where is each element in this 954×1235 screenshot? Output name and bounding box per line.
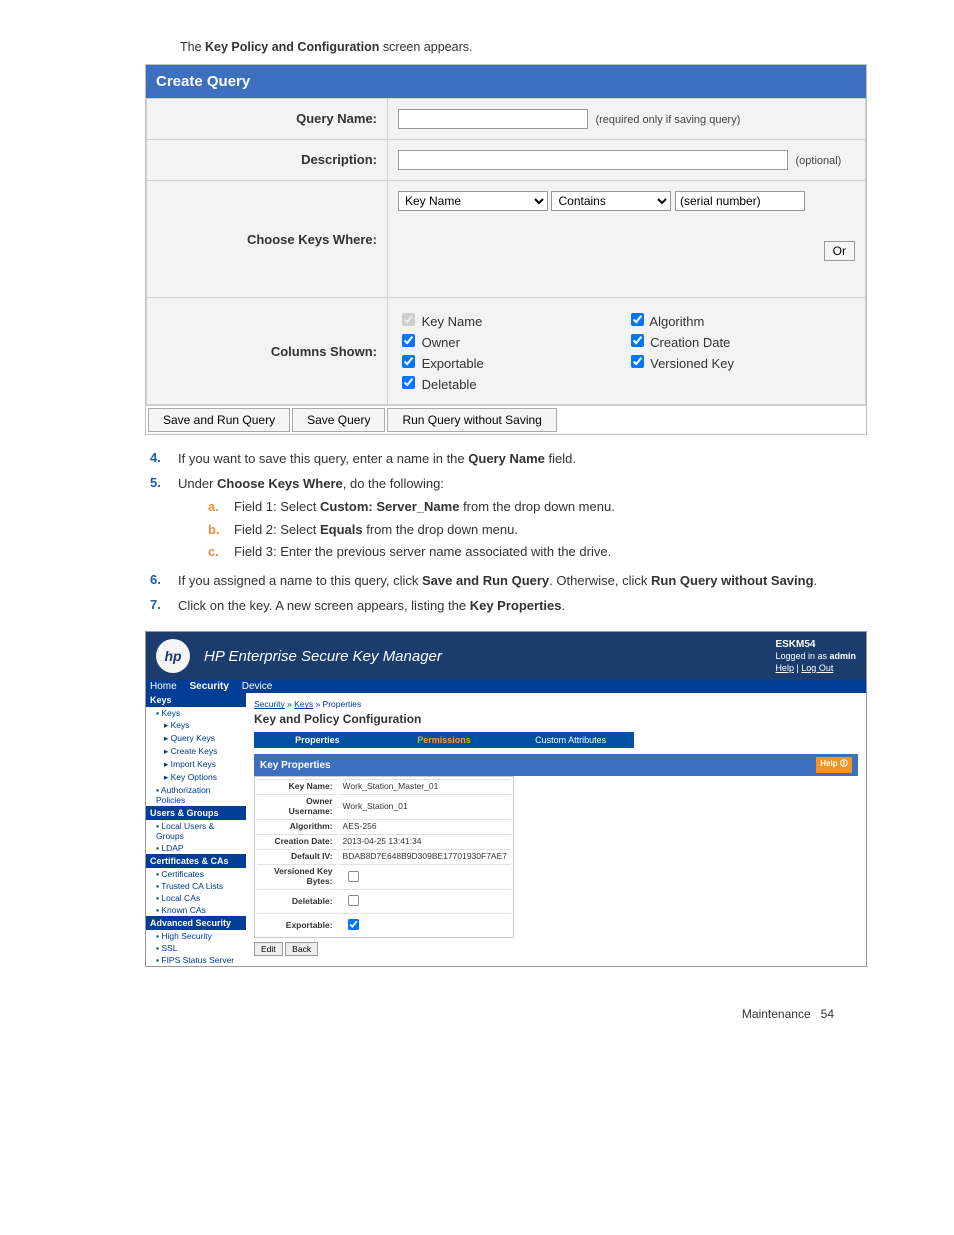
sidebar-item-keys-sub[interactable]: ▸ Keys <box>146 719 246 732</box>
nav-security[interactable]: Security <box>189 681 228 692</box>
step-5b-number: b. <box>208 521 234 540</box>
save-query-button[interactable]: Save Query <box>292 408 385 432</box>
prop-owner: Work_Station_01 <box>339 794 511 817</box>
prop-exportable-checkbox[interactable] <box>348 919 359 930</box>
or-button[interactable]: Or <box>824 241 855 261</box>
prop-keyname: Work_Station_Master_01 <box>339 779 511 792</box>
sidebar-item-local-ca[interactable]: ▪ Local CAs <box>146 892 246 904</box>
page-footer: Maintenance 54 <box>40 1007 834 1021</box>
step-6-number: 6. <box>150 572 178 591</box>
step-5a-body: Field 1: Select Custom: Server_Name from… <box>234 498 894 517</box>
col-owner-checkbox[interactable] <box>402 334 415 347</box>
help-badge[interactable]: Help 🛈 <box>816 757 852 773</box>
sidebar-item-ldap[interactable]: ▪ LDAP <box>146 842 246 854</box>
step-4-body: If you want to save this query, enter a … <box>178 450 894 469</box>
sidebar-item-auth-policies[interactable]: ▪ Authorization Policies <box>146 784 246 806</box>
km-tabs: Properties Permissions Custom Attributes <box>254 732 634 748</box>
create-query-panel: Create Query Query Name: (required only … <box>145 64 867 435</box>
step-4-number: 4. <box>150 450 178 469</box>
filter-field3-input[interactable] <box>675 191 805 211</box>
back-button[interactable]: Back <box>285 942 318 956</box>
step-7-body: Click on the key. A new screen appears, … <box>178 597 894 616</box>
step-5c-number: c. <box>208 543 234 562</box>
col-algorithm-checkbox[interactable] <box>631 313 644 326</box>
key-properties-table: Key Name:Work_Station_Master_01 Owner Us… <box>254 776 514 938</box>
query-name-input[interactable] <box>398 109 588 129</box>
km-sidebar: Keys ▪ Keys ▸ Keys ▸ Query Keys ▸ Create… <box>146 693 246 966</box>
columns-right: Algorithm Creation Date Versioned Key <box>627 308 856 394</box>
col-exportable-checkbox[interactable] <box>402 355 415 368</box>
sidebar-item-ssl[interactable]: ▪ SSL <box>146 942 246 954</box>
breadcrumb: Security » Keys » Properties <box>254 699 858 709</box>
columns-shown-label: Columns Shown: <box>147 298 388 405</box>
page-title: Key and Policy Configuration <box>254 712 858 726</box>
hp-logo-icon: hp <box>156 639 190 673</box>
choose-keys-label: Choose Keys Where: <box>147 181 388 298</box>
instruction-steps: 4. If you want to save this query, enter… <box>150 450 894 616</box>
key-manager-screenshot: hp HP Enterprise Secure Key Manager ESKM… <box>145 631 867 967</box>
sidebar-group-users: Users & Groups <box>146 806 246 820</box>
prop-deletable-checkbox[interactable] <box>348 895 359 906</box>
sidebar-group-keys: Keys <box>146 693 246 707</box>
sidebar-item-import-keys[interactable]: ▸ Import Keys <box>146 758 246 771</box>
km-user: admin <box>829 651 856 661</box>
step-5a-number: a. <box>208 498 234 517</box>
key-properties-header: Key Properties Help 🛈 <box>254 754 858 776</box>
sidebar-item-high-security[interactable]: ▪ High Security <box>146 930 246 942</box>
col-versionedkey-checkbox[interactable] <box>631 355 644 368</box>
sidebar-item-keys[interactable]: ▪ Keys <box>146 707 246 719</box>
sidebar-item-query-keys[interactable]: ▸ Query Keys <box>146 732 246 745</box>
intro-text: The Key Policy and Configuration screen … <box>180 40 894 54</box>
sidebar-group-advanced: Advanced Security <box>146 916 246 930</box>
step-5b-body: Field 2: Select Equals from the drop dow… <box>234 521 894 540</box>
filter-field2-select[interactable]: Contains <box>551 191 671 211</box>
sidebar-item-fips[interactable]: ▪ FIPS Status Server <box>146 954 246 966</box>
sidebar-item-certs[interactable]: ▪ Certificates <box>146 868 246 880</box>
query-name-label: Query Name: <box>147 99 388 140</box>
description-label: Description: <box>147 140 388 181</box>
sidebar-item-key-options[interactable]: ▸ Key Options <box>146 771 246 784</box>
col-creationdate-checkbox[interactable] <box>631 334 644 347</box>
km-nav: Home Security Device <box>146 680 866 693</box>
sidebar-group-cas: Certificates & CAs <box>146 854 246 868</box>
edit-button[interactable]: Edit <box>254 942 283 956</box>
prop-algorithm: AES-256 <box>339 819 511 832</box>
columns-left: Key Name Owner Exportable Deletable <box>398 308 627 394</box>
km-main: Security » Keys » Properties Key and Pol… <box>246 693 866 966</box>
km-system-name: ESKM54 <box>775 638 856 651</box>
sidebar-item-known-ca[interactable]: ▪ Known CAs <box>146 904 246 916</box>
step-5-body: Under Choose Keys Where, do the followin… <box>178 475 894 566</box>
description-input[interactable] <box>398 150 788 170</box>
tab-properties[interactable]: Properties <box>254 732 381 748</box>
save-run-query-button[interactable]: Save and Run Query <box>148 408 290 432</box>
run-without-saving-button[interactable]: Run Query without Saving <box>387 408 556 432</box>
km-app-title: HP Enterprise Secure Key Manager <box>204 648 775 665</box>
tab-custom-attributes[interactable]: Custom Attributes <box>507 732 634 748</box>
prop-default-iv: BDAB8D7E648B9D309BE17701930F7AE7 <box>339 849 511 862</box>
col-keyname-checkbox <box>402 313 415 326</box>
step-6-body: If you assigned a name to this query, cl… <box>178 572 894 591</box>
nav-home[interactable]: Home <box>150 681 177 692</box>
step-5c-body: Field 3: Enter the previous server name … <box>234 543 894 562</box>
sidebar-item-create-keys[interactable]: ▸ Create Keys <box>146 745 246 758</box>
prop-versioned-checkbox[interactable] <box>348 871 359 882</box>
create-query-header: Create Query <box>146 65 866 98</box>
step-7-number: 7. <box>150 597 178 616</box>
sidebar-item-local-users[interactable]: ▪ Local Users & Groups <box>146 820 246 842</box>
col-deletable-checkbox[interactable] <box>402 376 415 389</box>
step-5-number: 5. <box>150 475 178 566</box>
description-hint: (optional) <box>795 155 841 167</box>
km-header-right: ESKM54 Logged in as admin Help | Log Out <box>775 638 856 674</box>
logout-link[interactable]: Log Out <box>801 663 833 673</box>
tab-permissions[interactable]: Permissions <box>381 732 508 748</box>
filter-field1-select[interactable]: Key Name <box>398 191 548 211</box>
prop-creation-date: 2013-04-25 13:41:34 <box>339 834 511 847</box>
nav-device[interactable]: Device <box>242 681 273 692</box>
sidebar-item-trusted-ca[interactable]: ▪ Trusted CA Lists <box>146 880 246 892</box>
help-link[interactable]: Help <box>775 663 794 673</box>
query-name-hint: (required only if saving query) <box>595 114 740 126</box>
